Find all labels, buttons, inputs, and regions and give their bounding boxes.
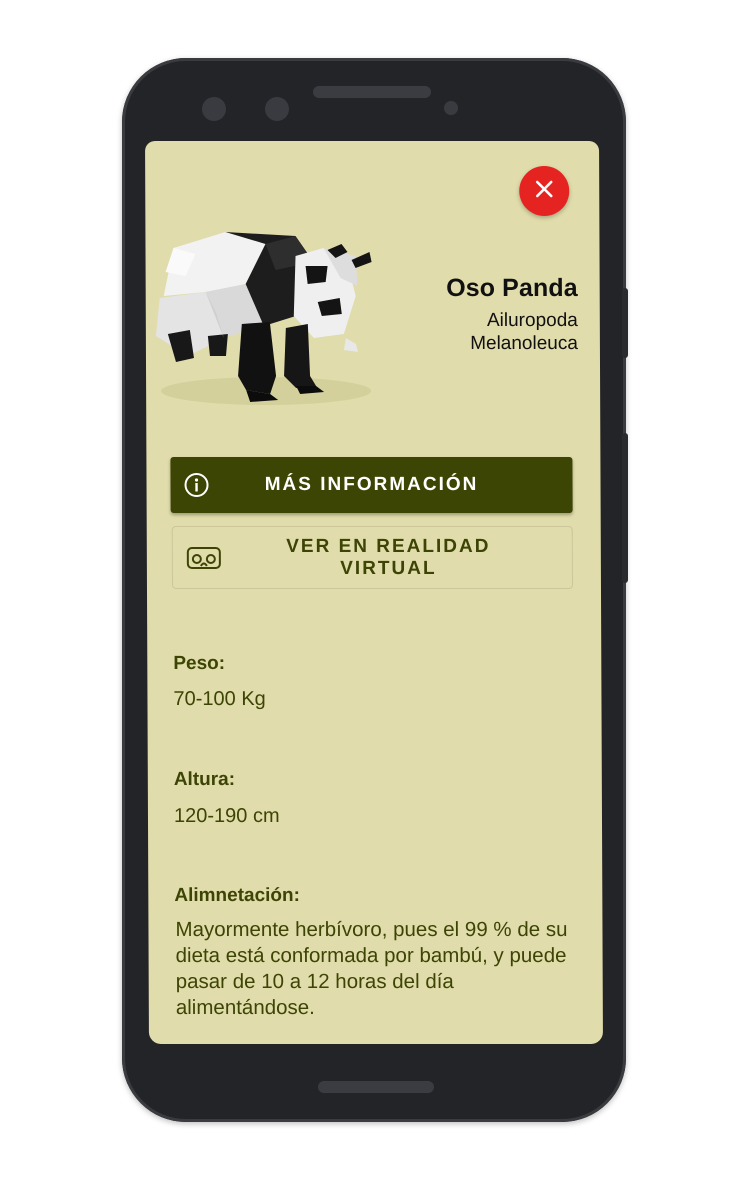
weight-label: Peso:: [173, 653, 226, 674]
more-info-button[interactable]: MÁS INFORMACIÓN: [170, 457, 573, 513]
diet-value: Mayormente herbívoro, pues el 99 % de su…: [175, 918, 568, 1019]
diet-label: Alimnetación:: [174, 885, 300, 906]
weight-value: 70-100 Kg: [173, 688, 266, 710]
animal-name: Oso Panda: [446, 274, 578, 302]
animal-detail-screen: Oso Panda Ailuropoda Melanoleuca MÁS INF…: [145, 141, 603, 1044]
close-icon: [534, 179, 554, 204]
panda-model-image: [145, 226, 386, 411]
vr-headset-icon: [173, 545, 235, 571]
height-value: 120-190 cm: [173, 805, 280, 827]
animal-title-block: Oso Panda Ailuropoda Melanoleuca: [418, 274, 578, 355]
earpiece-speaker: [313, 86, 431, 98]
vr-label: VER EN REALIDAD VIRTUAL: [286, 535, 491, 579]
animal-scientific-name: Ailuropoda Melanoleuca: [470, 310, 578, 354]
bottom-speaker: [318, 1081, 434, 1093]
more-info-label: MÁS INFORMACIÓN: [264, 474, 479, 495]
volume-button: [622, 433, 628, 583]
info-icon: [170, 472, 222, 498]
close-button[interactable]: [519, 166, 570, 216]
proximity-sensor: [444, 101, 458, 115]
power-button: [622, 288, 628, 358]
height-label: Altura:: [173, 769, 236, 790]
vr-button[interactable]: VER EN REALIDAD VIRTUAL: [171, 526, 573, 589]
front-camera: [202, 97, 226, 121]
front-sensor: [265, 97, 289, 121]
